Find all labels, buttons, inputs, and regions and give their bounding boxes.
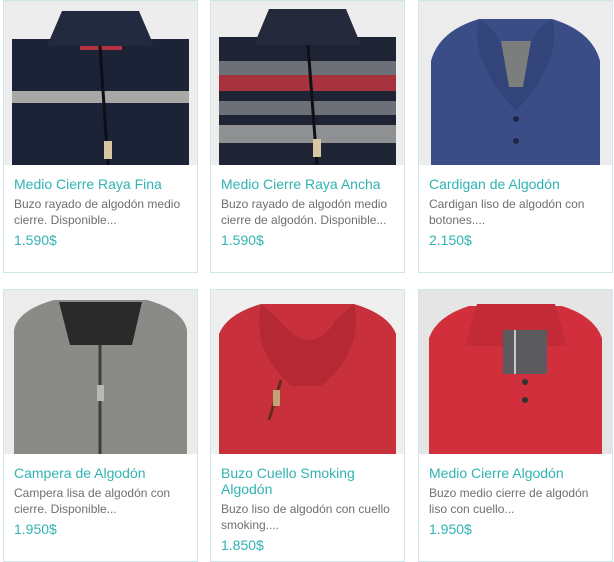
- blue-shawl-cardigan-image[interactable]: [419, 1, 612, 165]
- product-card[interactable]: Medio Cierre Raya Fina Buzo rayado de al…: [3, 0, 198, 273]
- product-card[interactable]: Buzo Cuello Smoking Algodón Buzo liso de…: [210, 289, 405, 562]
- product-description: Buzo medio cierre de algodón liso con cu…: [429, 486, 589, 516]
- product-title[interactable]: Medio Cierre Algodón: [429, 465, 604, 481]
- red-half-zip-sweater-image[interactable]: [419, 290, 612, 454]
- product-price: 1.590$: [14, 232, 57, 248]
- navy-half-zip-sweater-thin-stripe-image[interactable]: [4, 1, 197, 165]
- product-card[interactable]: Cardigan de Algodón Cardigan liso de alg…: [418, 0, 613, 273]
- product-title[interactable]: Campera de Algodón: [14, 465, 189, 481]
- product-price: 1.850$: [221, 537, 264, 553]
- product-card[interactable]: Campera de Algodón Campera lisa de algod…: [3, 289, 198, 562]
- product-description: Cardigan liso de algodón con botones....: [429, 197, 585, 227]
- product-description: Buzo rayado de algodón medio cierre de a…: [221, 197, 388, 227]
- product-title[interactable]: Cardigan de Algodón: [429, 176, 604, 192]
- product-description: Buzo liso de algodón con cuello smoking.…: [221, 502, 390, 532]
- product-description: Campera lisa de algodón con cierre. Disp…: [14, 486, 171, 516]
- red-shawl-collar-sweater-image[interactable]: [211, 290, 404, 454]
- product-title[interactable]: Buzo Cuello Smoking Algodón: [221, 465, 396, 497]
- gray-zip-jacket-image[interactable]: [4, 290, 197, 454]
- product-title[interactable]: Medio Cierre Raya Ancha: [221, 176, 396, 192]
- product-card[interactable]: Medio Cierre Algodón Buzo medio cierre d…: [418, 289, 613, 562]
- product-price: 1.950$: [429, 521, 472, 537]
- product-price: 1.950$: [14, 521, 57, 537]
- product-price: 1.590$: [221, 232, 264, 248]
- product-price: 2.150$: [429, 232, 472, 248]
- product-description: Buzo rayado de algodón medio cierre. Dis…: [14, 197, 181, 227]
- product-card[interactable]: Medio Cierre Raya Ancha Buzo rayado de a…: [210, 0, 405, 273]
- navy-half-zip-sweater-wide-stripes-image[interactable]: [211, 1, 404, 165]
- product-title[interactable]: Medio Cierre Raya Fina: [14, 176, 189, 192]
